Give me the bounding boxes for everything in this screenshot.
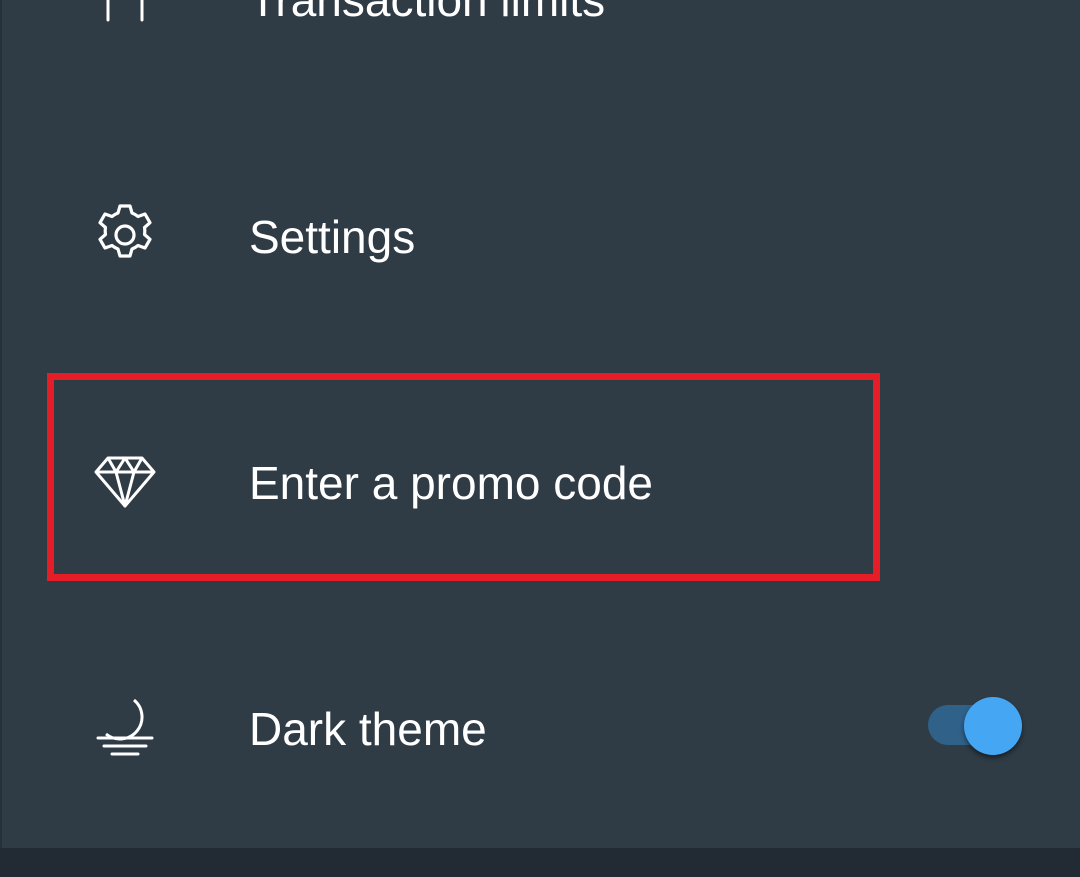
menu-item-label: Enter a promo code [249,457,654,509]
menu-item-transaction-limits[interactable]: Transaction limits [2,0,1080,80]
bottom-bar [0,848,1080,877]
diamond-icon [94,456,156,508]
menu-item-label: Settings [249,211,416,263]
drawer-menu: Transaction limits Settings Enter a prom… [0,0,1080,848]
menu-item-dark-theme[interactable]: Dark theme [2,647,1080,807]
menu-item-label: Dark theme [249,703,487,755]
limits-icon [106,0,144,22]
menu-item-label: Transaction limits [249,0,606,26]
menu-item-promo-code[interactable]: Enter a promo code [2,401,1080,561]
menu-item-settings[interactable]: Settings [2,155,1080,315]
dark-theme-toggle[interactable] [928,697,1024,757]
toggle-thumb [964,697,1022,755]
moon-icon [96,698,154,756]
gear-icon [98,204,152,258]
